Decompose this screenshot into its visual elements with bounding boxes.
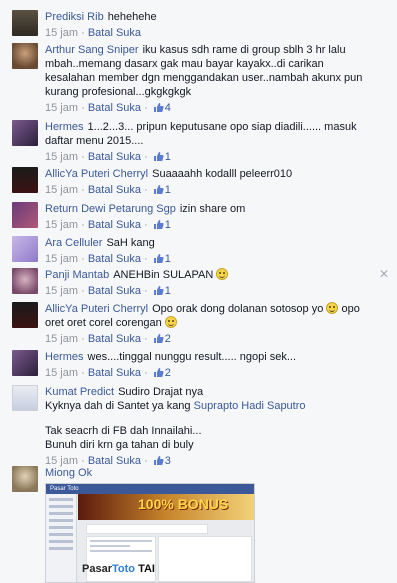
comment-line: Tak seacrh di FB dah Innailahi... [45,425,202,437]
comment: Kumat Predict Sudiro Drajat nya Kyknya da… [12,385,384,470]
like-count[interactable]: 1 [165,253,171,265]
avatar[interactable] [12,236,38,262]
comment: AllicYa Puteri Cherryl Suaaaahh kodalll p… [12,167,384,199]
like-icon[interactable] [153,219,164,234]
comment-time[interactable]: 15 jam [45,219,78,231]
unlike-link[interactable]: Batal Suka [88,102,141,114]
like-count[interactable]: 1 [165,285,171,297]
avatar[interactable] [12,350,38,376]
unlike-link[interactable]: Batal Suka [88,184,141,196]
attached-screenshot[interactable]: Pasar Toto 100% BONUS PasarToto TAI [45,483,255,583]
comment-time[interactable]: 15 jam [45,184,78,196]
comment: Hermes 1...2...3... pripun keputusane opo… [12,120,384,166]
comment-meta: 15 jam · Batal Suka · 1 [45,183,384,199]
comment-text: izin share om [179,203,246,215]
comment-author[interactable]: Panji Mantab [45,269,109,281]
screenshot-logo: PasarToto TAI [82,563,155,575]
comment-text: Suaaaahh kodalll peleerr010 [152,168,293,180]
unlike-link[interactable]: Batal Suka [88,253,141,265]
avatar[interactable] [12,167,38,193]
unlike-link[interactable]: Batal Suka [88,151,141,163]
like-count[interactable]: 2 [165,367,171,379]
like-icon[interactable] [153,102,164,117]
comment-meta: 15 jam · Batal Suka · 1 [45,284,384,300]
comment-author[interactable]: AllicYa Puteri Cherryl [45,303,148,315]
comment-text: Sudiro Drajat nya [118,386,204,398]
like-icon[interactable] [153,253,164,268]
avatar[interactable] [12,302,38,328]
smiley-emoji-icon [216,268,229,280]
avatar[interactable] [12,202,38,228]
screenshot-title-bar: Pasar Toto [46,484,254,494]
comment-author[interactable]: Hermes [45,121,84,133]
comment: Miong Ok [12,466,384,492]
comment-author[interactable]: Kumat Predict [45,386,114,398]
comment-time[interactable]: 15 jam [45,151,78,163]
comment: Prediksi Rib hehehehe 15 jam · Batal Suka [12,10,384,40]
unlike-link[interactable]: Batal Suka [88,219,141,231]
comment-author[interactable]: Miong Ok [45,467,92,479]
comment-meta: 15 jam · Batal Suka · 2 [45,332,375,348]
like-icon[interactable] [153,285,164,300]
screenshot-side-panel [158,536,252,582]
comment-text: wes....tinggal nunggu result..... ngopi … [87,351,297,363]
comment-author[interactable]: Arthur Sang Sniper [45,44,139,56]
comment-text: ANEHBin SULAPAN [113,269,214,281]
comment-meta: 15 jam · Batal Suka [45,27,142,39]
comment-text: hehehehe [107,11,157,23]
unlike-link[interactable]: Batal Suka [88,285,141,297]
comment: Hermes wes....tinggal nunggu result..... … [12,350,384,382]
avatar[interactable] [12,385,38,411]
comment: Ara Celluler SaH kang 15 jam · Batal Suka… [12,236,384,268]
comment-author[interactable]: AllicYa Puteri Cherryl [45,168,148,180]
comment-meta: 15 jam · Batal Suka · 4 [45,101,375,117]
comment-line: Kyknya dah di Santet ya kang [45,400,191,412]
screenshot-banner: 100% BONUS [78,494,254,520]
smiley-emoji-icon [326,302,339,314]
comment-time[interactable]: 15 jam [45,367,78,379]
mention-link[interactable]: Suprapto Hadi Saputro [194,400,306,412]
comment-text: SaH kang [106,237,155,249]
avatar[interactable] [12,43,38,69]
unlike-link[interactable]: Batal Suka [88,367,141,379]
like-count[interactable]: 1 [165,184,171,196]
comment: Return Dewi Petarung Sgp izin share om 15… [12,202,384,234]
avatar[interactable] [12,120,38,146]
like-icon[interactable] [153,184,164,199]
comment-author[interactable]: Ara Celluler [45,237,102,249]
like-count[interactable]: 1 [165,151,171,163]
comment-meta: 15 jam · Batal Suka · 1 [45,252,384,268]
unlike-link[interactable]: Batal Suka [88,333,141,345]
comment-time[interactable]: 15 jam [45,285,78,297]
comment-text: 1...2...3... pripun keputusane opo siap … [45,121,357,147]
comment-author[interactable]: Prediksi Rib [45,11,104,23]
like-count[interactable]: 1 [165,219,171,231]
avatar[interactable] [12,10,38,36]
like-count[interactable]: 2 [165,333,171,345]
comment: AllicYa Puteri Cherryl Opo orak dong dola… [12,302,384,348]
comment-line: Bunuh diri krn ga tahan di buly [45,439,194,451]
comment-author[interactable]: Return Dewi Petarung Sgp [45,203,176,215]
comment-time[interactable]: 15 jam [45,102,78,114]
comment-time[interactable]: 15 jam [45,27,78,39]
smiley-emoji-icon [164,316,177,328]
comment-meta: 15 jam · Batal Suka · 1 [45,150,375,166]
comment: Panji Mantab ANEHBin SULAPAN 15 jam · Bat… [12,268,384,300]
screenshot-sidebar [46,494,77,582]
unlike-link[interactable]: Batal Suka [88,27,141,39]
like-icon[interactable] [153,367,164,382]
like-icon[interactable] [153,333,164,348]
screenshot-post-box [86,524,208,534]
avatar[interactable] [12,268,38,294]
comment: Arthur Sang Sniper iku kasus sdh rame di … [12,43,384,117]
comment-meta: 15 jam · Batal Suka · 2 [45,366,384,382]
comment-author[interactable]: Hermes [45,351,84,363]
like-icon[interactable] [153,151,164,166]
comment-text: Opo orak dong dolanan sotosop yo [152,303,324,315]
comment-time[interactable]: 15 jam [45,333,78,345]
like-count[interactable]: 4 [165,102,171,114]
comment-meta: 15 jam · Batal Suka · 1 [45,218,384,234]
avatar[interactable] [12,466,38,492]
comment-time[interactable]: 15 jam [45,253,78,265]
